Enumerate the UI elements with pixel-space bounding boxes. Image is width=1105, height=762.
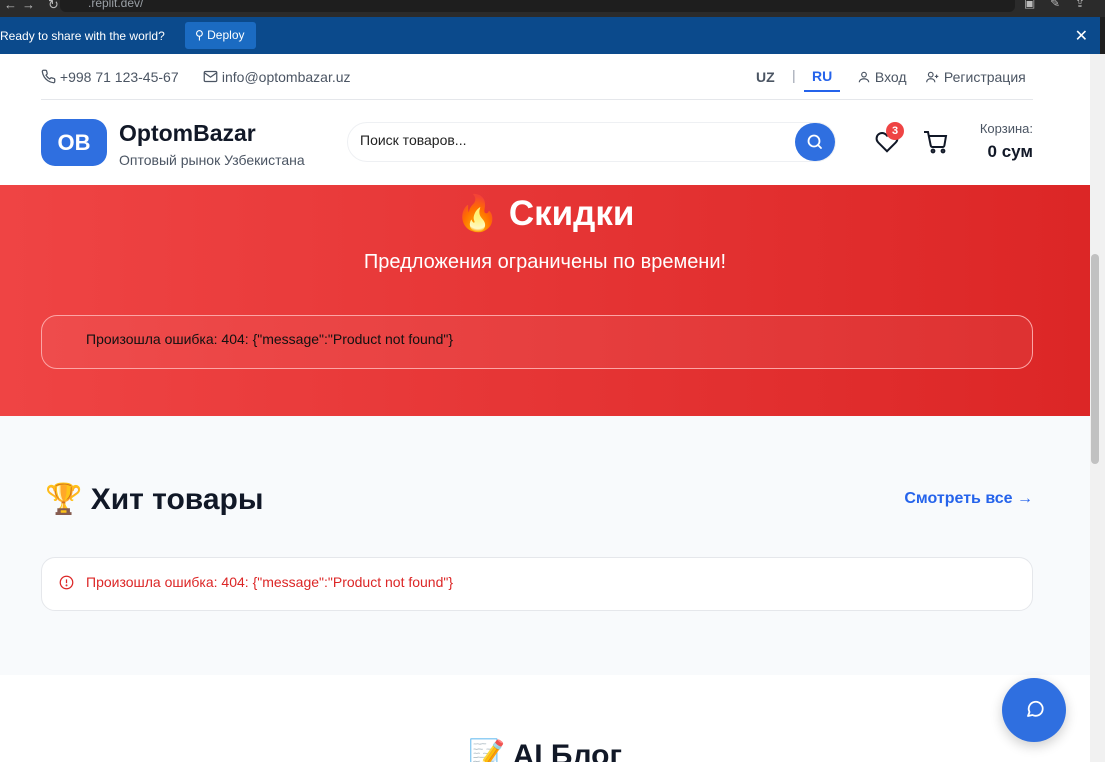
search-input[interactable]	[360, 132, 780, 148]
cart-button[interactable]	[923, 130, 949, 154]
register-link[interactable]: Регистрация	[925, 69, 1026, 85]
trophy-icon: 🏆	[45, 483, 83, 516]
email-link[interactable]: info@optombazar.uz	[203, 69, 351, 85]
lang-ru-button[interactable]: RU	[804, 68, 841, 92]
reload-icon[interactable]: ↻	[48, 0, 59, 13]
sale-subtitle: Предложения ограничены по времени!	[363, 251, 727, 273]
hits-error-alert: Произошла ошибка: 404: {"message":"Produ…	[41, 557, 1033, 611]
register-label: Регистрация	[943, 69, 1026, 85]
mail-icon	[203, 70, 218, 83]
login-link[interactable]: Вход	[857, 69, 907, 85]
logo-name[interactable]: OptomBazar	[119, 120, 256, 147]
browser-toolbar: ← → ↻ .replit.dev/ ▣ ✎ ⇪	[0, 0, 1105, 17]
share-icon[interactable]: ⇪	[1075, 0, 1085, 10]
scrollbar-thumb[interactable]	[1091, 254, 1099, 464]
page-content: +998 71 123-45-67 info@optombazar.uz UZ …	[0, 54, 1090, 762]
view-all-link[interactable]: Смотреть все →	[904, 490, 1033, 508]
sale-section: 🔥 Скидки Предложения ограничены по време…	[0, 185, 1090, 416]
deploy-icon: ⚲	[195, 28, 204, 42]
banner-message: Ready to share with the world?	[0, 29, 165, 43]
user-plus-icon	[926, 71, 939, 83]
hits-heading: 🏆 Хит товары	[45, 482, 263, 517]
forward-icon[interactable]: →	[22, 0, 35, 12]
extensions-icon[interactable]: ▣	[1024, 0, 1035, 10]
page-scrollbar[interactable]	[1090, 54, 1105, 762]
site-header: OB OptomBazar Оптовый рынок Узбекистана …	[41, 100, 1033, 185]
login-label: Вход	[874, 69, 907, 85]
deploy-banner: Ready to share with the world? ⚲ Deploy …	[0, 17, 1100, 54]
deploy-button[interactable]: ⚲ Deploy	[185, 22, 256, 49]
back-icon[interactable]: ←	[4, 0, 17, 12]
hits-title: Хит товары	[90, 483, 264, 516]
search-icon	[807, 134, 822, 149]
phone-link[interactable]: +998 71 123-45-67	[41, 69, 179, 85]
search-box	[347, 122, 836, 162]
lang-uz-button[interactable]: UZ	[756, 69, 775, 85]
user-icon	[858, 71, 870, 83]
logo-subtitle: Оптовый рынок Узбекистана	[119, 152, 305, 168]
deploy-label: Deploy	[207, 28, 245, 42]
wishlist-button[interactable]: 3	[875, 122, 904, 154]
sale-heading: 🔥 Скидки	[0, 193, 1090, 234]
chat-button[interactable]	[1002, 678, 1066, 742]
email-address: info@optombazar.uz	[221, 69, 351, 85]
cart-label: Корзина:	[979, 121, 1033, 136]
alert-circle-icon	[59, 575, 74, 590]
hits-section: 🏆 Хит товары Смотреть все → Произошла ош…	[0, 416, 1090, 675]
phone-icon	[41, 69, 56, 84]
blog-heading: 📝 AI Блог	[0, 738, 1090, 762]
lang-separator: |	[792, 67, 796, 83]
blog-title: AI Блог	[512, 739, 622, 762]
wishlist-count-badge: 3	[886, 122, 904, 140]
cart-icon	[924, 131, 948, 154]
cart-total: 0 сум	[987, 142, 1033, 161]
address-bar[interactable]: .replit.dev/	[60, 0, 1015, 12]
search-button[interactable]	[795, 123, 835, 161]
close-icon[interactable]: ✕	[1075, 26, 1088, 46]
chat-icon	[1027, 700, 1044, 717]
contact-bar: +998 71 123-45-67 info@optombazar.uz UZ …	[41, 54, 1033, 100]
sale-error-message: Произошла ошибка: 404: {"message":"Produ…	[41, 315, 1033, 369]
logo-badge[interactable]: OB	[41, 119, 107, 166]
fire-icon: 🔥	[455, 194, 500, 233]
phone-number: +998 71 123-45-67	[59, 69, 179, 85]
hits-error-message: Произошла ошибка: 404: {"message":"Produ…	[86, 574, 454, 590]
sale-title: Скидки	[508, 194, 635, 233]
memo-icon: 📝	[468, 739, 506, 762]
pencil-icon[interactable]: ✎	[1050, 0, 1060, 10]
